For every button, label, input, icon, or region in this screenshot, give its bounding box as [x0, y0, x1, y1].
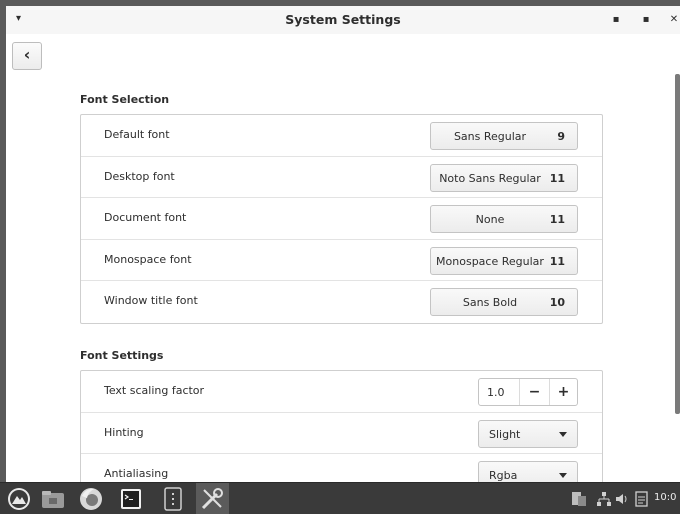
scrollbar[interactable] [675, 74, 680, 414]
scaling-value[interactable]: 1.0 [487, 386, 505, 399]
maximize-icon[interactable]: ▪ [640, 14, 652, 26]
close-icon[interactable]: ✕ [668, 14, 680, 26]
clipboard-icon[interactable] [570, 490, 588, 514]
font-name: Monospace Regular [436, 254, 544, 268]
font-size: 11 [549, 254, 565, 268]
default-font-button[interactable]: Sans Regular 9 [430, 122, 578, 150]
row-label: Desktop font [104, 169, 175, 183]
row-label: Text scaling factor [104, 384, 205, 397]
font-size: 9 [557, 130, 565, 143]
font-name: Sans Regular [453, 130, 527, 143]
row-label: Monospace font [104, 252, 192, 266]
notes-icon[interactable] [634, 490, 650, 514]
system-settings-icon[interactable] [199, 486, 225, 512]
hinting-value: Slight [489, 427, 521, 441]
row-label: Default font [104, 128, 170, 141]
settings-window: ▾ System Settings ▪ ▪ ✕ ‹ Font Selection… [6, 6, 680, 482]
file-manager-icon[interactable] [40, 486, 66, 512]
taskbar: 10:0 [0, 482, 680, 514]
window-title: System Settings [285, 12, 401, 27]
font-size: 10 [549, 296, 565, 310]
terminal-icon[interactable] [118, 486, 144, 512]
document-font-row: Document font None 11 [81, 198, 602, 240]
font-selection-panel: Default font Sans Regular 9 Desktop font… [80, 114, 603, 324]
hinting-row: Hinting Slight [81, 413, 602, 455]
desktop-font-row: Desktop font Noto Sans Regular 11 [81, 157, 602, 199]
font-name: Noto Sans Regular [439, 171, 541, 185]
font-size: 11 [549, 213, 565, 227]
increase-button[interactable]: + [549, 379, 577, 405]
menu-icon[interactable] [6, 486, 32, 512]
antialiasing-row: Antialiasing Rgba [81, 454, 602, 482]
text-scaling-spinbutton[interactable]: 1.0 − + [478, 378, 578, 406]
row-label: Document font [104, 211, 187, 225]
chevron-down-icon [559, 473, 567, 479]
network-icon[interactable] [596, 491, 612, 514]
font-selection-heading: Font Selection [80, 93, 170, 106]
back-button[interactable]: ‹ [12, 42, 42, 70]
window-title-font-row: Window title font Sans Bold 10 [81, 281, 602, 323]
row-label: Hinting [104, 425, 144, 439]
text-scaling-row: Text scaling factor 1.0 − + [81, 371, 602, 413]
monospace-font-row: Monospace font Monospace Regular 11 [81, 240, 602, 282]
antialiasing-dropdown[interactable]: Rgba [478, 461, 578, 482]
document-font-button[interactable]: None 11 [430, 205, 578, 234]
window-title-font-button[interactable]: Sans Bold 10 [430, 288, 578, 317]
row-label: Antialiasing [104, 467, 169, 481]
font-settings-heading: Font Settings [80, 349, 164, 362]
default-font-row: Default font Sans Regular 9 [81, 115, 602, 157]
font-settings-panel: Text scaling factor 1.0 − + Hinting Slig… [80, 370, 603, 482]
font-name: Sans Bold [462, 296, 518, 310]
font-name: None [475, 213, 505, 227]
clock[interactable]: 10:0 [654, 492, 676, 503]
font-size: 11 [549, 171, 565, 185]
volume-icon[interactable] [614, 491, 630, 514]
firefox-icon[interactable] [78, 486, 104, 512]
hinting-dropdown[interactable]: Slight [478, 419, 578, 448]
minimize-icon[interactable]: ▪ [610, 14, 622, 26]
chevron-down-icon [559, 431, 567, 437]
monospace-font-button[interactable]: Monospace Regular 11 [430, 246, 578, 275]
antialiasing-value: Rgba [489, 469, 518, 482]
decrease-button[interactable]: − [519, 379, 549, 405]
desktop-font-button[interactable]: Noto Sans Regular 11 [430, 163, 578, 192]
title-bar: ▾ System Settings ▪ ▪ ✕ [6, 6, 680, 34]
text-editor-icon[interactable] [160, 486, 186, 512]
row-label: Window title font [104, 294, 198, 308]
chevron-left-icon: ‹ [23, 45, 31, 64]
